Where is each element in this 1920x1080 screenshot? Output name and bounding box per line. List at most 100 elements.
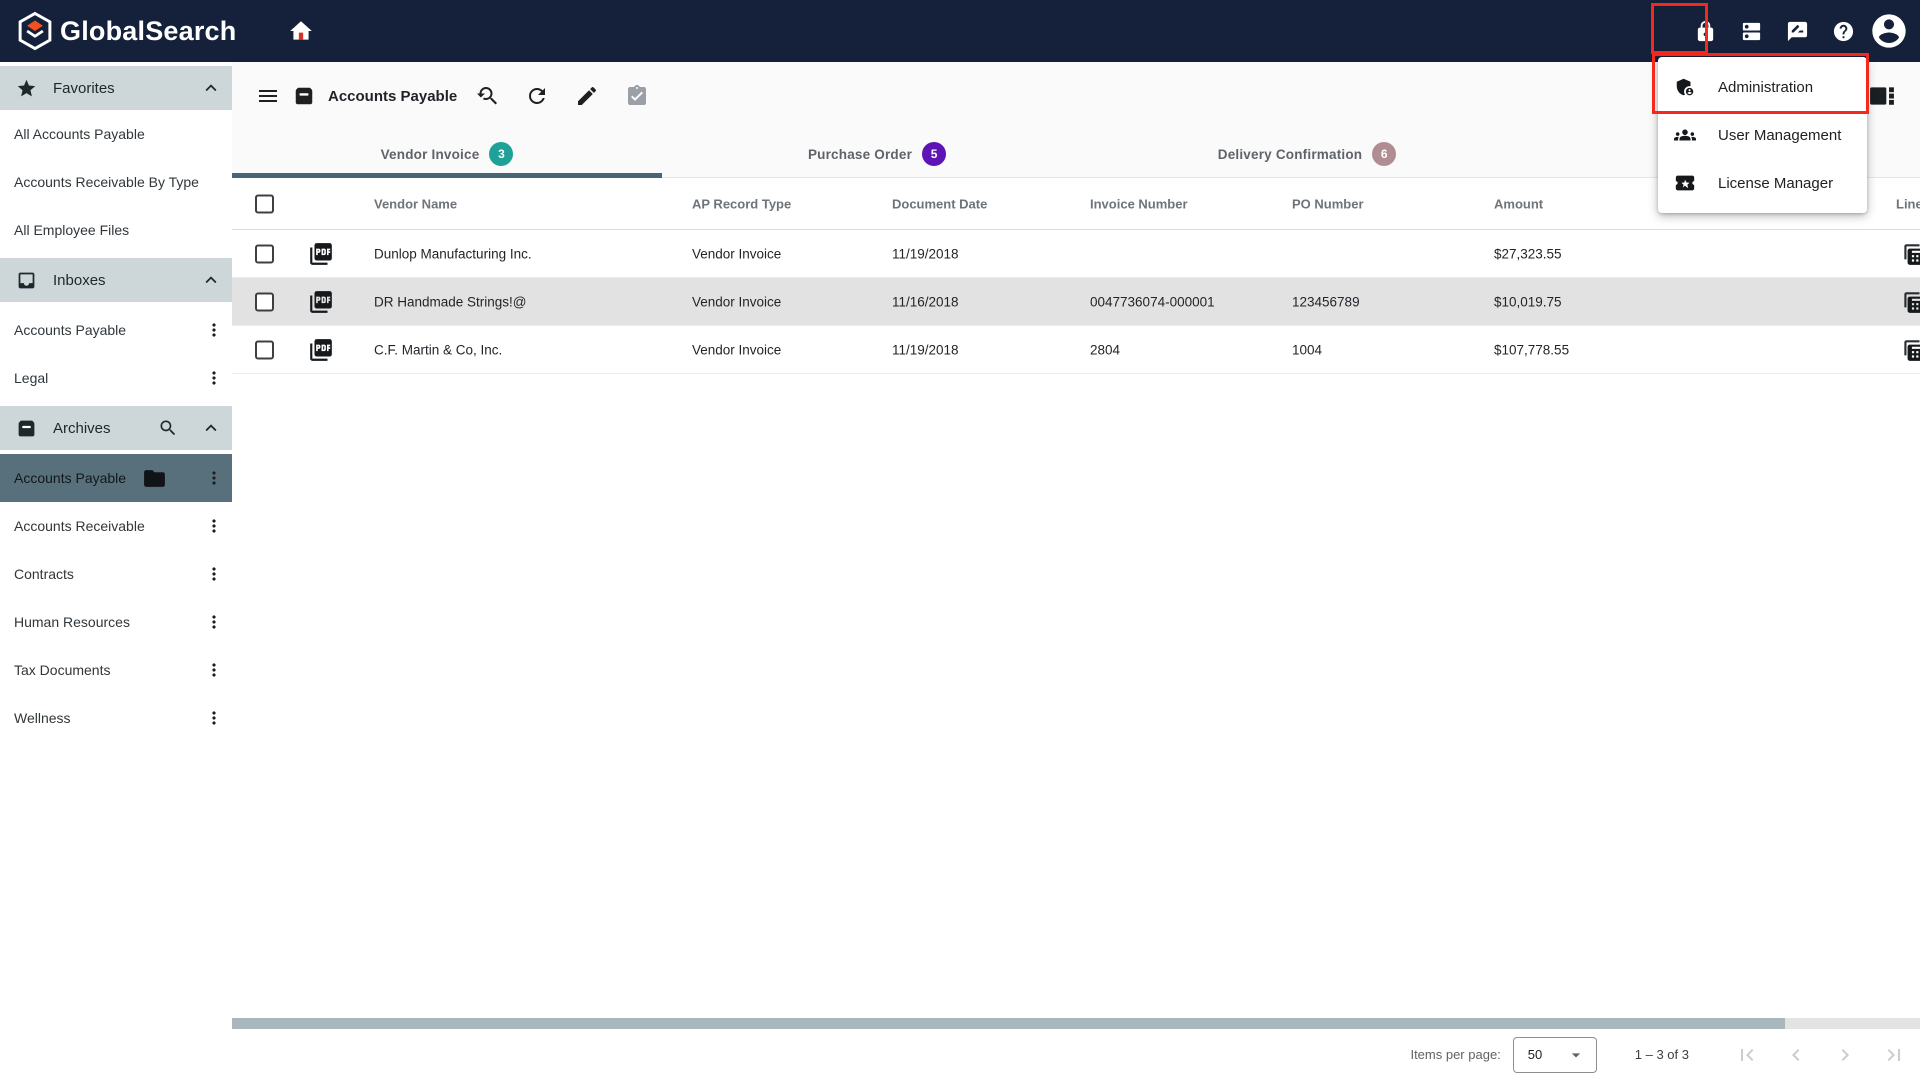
archives-section-header[interactable]: Archives [0, 406, 232, 450]
refresh-icon [525, 84, 549, 108]
items-per-page-label: Items per page: [1410, 1047, 1501, 1062]
groups-icon [1674, 124, 1696, 146]
cell-document-date: 11/19/2018 [892, 342, 959, 357]
favorites-section-header[interactable]: Favorites [0, 66, 232, 110]
app-logo[interactable]: GlobalSearch [14, 10, 236, 52]
line-items-icon[interactable] [1900, 337, 1920, 363]
inbox-item-accounts-payable[interactable]: Accounts Payable [0, 306, 232, 354]
toggle-preview-panel-button[interactable] [1862, 78, 1902, 114]
security-lock-button[interactable] [1682, 8, 1728, 54]
validate-button-disabled [619, 78, 655, 114]
edit-button[interactable] [569, 78, 605, 114]
row-checkbox[interactable] [255, 244, 274, 263]
previous-page-button[interactable] [1784, 1043, 1808, 1067]
menu-item-user-management[interactable]: User Management [1658, 111, 1867, 159]
archive-title: Accounts Payable [328, 87, 458, 105]
more-options-icon[interactable] [204, 564, 224, 584]
help-button[interactable] [1820, 8, 1866, 54]
cell-vendor-name: C.F. Martin & Co, Inc. [374, 342, 503, 357]
pdf-document-icon[interactable] [308, 289, 334, 315]
chevron-up-icon[interactable] [200, 77, 222, 99]
user-avatar-button[interactable] [1866, 8, 1912, 54]
more-options-icon[interactable] [204, 660, 224, 680]
row-checkbox[interactable] [255, 292, 274, 311]
column-header-invoice-number[interactable]: Invoice Number [1090, 196, 1188, 211]
column-header-ap-record-type[interactable]: AP Record Type [692, 196, 791, 211]
archive-box-icon [293, 85, 315, 107]
batch-manager-button[interactable] [1728, 8, 1774, 54]
refresh-button[interactable] [519, 78, 555, 114]
more-options-icon[interactable] [204, 708, 224, 728]
last-page-button[interactable] [1882, 1043, 1906, 1067]
more-options-icon[interactable] [204, 516, 224, 536]
archive-item-accounts-payable[interactable]: Accounts Payable [0, 454, 232, 502]
table-row[interactable]: Dunlop Manufacturing Inc. Vendor Invoice… [232, 230, 1920, 278]
inbox-icon [16, 270, 37, 291]
inboxes-section-header[interactable]: Inboxes [0, 258, 232, 302]
sidebar-item-accounts-receivable-by-type[interactable]: Accounts Receivable By Type [0, 158, 232, 206]
cell-amount: $107,778.55 [1494, 342, 1570, 357]
count-badge: 3 [489, 142, 514, 166]
help-icon [1832, 20, 1855, 43]
next-page-button[interactable] [1833, 1043, 1857, 1067]
column-header-vendor-name[interactable]: Vendor Name [374, 196, 457, 211]
archive-indicator [286, 78, 322, 114]
favorites-section-title: Favorites [53, 79, 115, 97]
inbox-item-legal[interactable]: Legal [0, 354, 232, 402]
column-header-line-items[interactable]: Line Items [1896, 196, 1920, 211]
cell-invoice-number: 0047736074-000001 [1090, 294, 1215, 309]
sidebar: Favorites All Accounts Payable Accounts … [0, 62, 232, 1080]
refine-search-button[interactable] [469, 78, 505, 114]
archive-item-accounts-receivable[interactable]: Accounts Receivable [0, 502, 232, 550]
page-size-select[interactable]: 50 [1512, 1036, 1597, 1073]
count-badge: 6 [1372, 142, 1397, 166]
column-header-amount[interactable]: Amount [1494, 196, 1543, 211]
search-again-icon [475, 84, 499, 108]
admin-dropdown-menu: Administration User Management License M… [1658, 57, 1867, 213]
column-header-po-number[interactable]: PO Number [1292, 196, 1364, 211]
sidebar-item-all-employee-files[interactable]: All Employee Files [0, 206, 232, 254]
more-options-icon[interactable] [204, 368, 224, 388]
line-items-icon[interactable] [1900, 289, 1920, 315]
archive-item-wellness[interactable]: Wellness [0, 694, 232, 742]
horizontal-scrollbar-thumb[interactable] [232, 1018, 1785, 1029]
tab-vendor-invoice[interactable]: Vendor Invoice 3 [232, 130, 662, 179]
select-all-checkbox[interactable] [255, 194, 274, 213]
lock-icon [1694, 20, 1717, 43]
table-row-selected[interactable]: DR Handmade Strings!@ Vendor Invoice 11/… [232, 278, 1920, 326]
more-options-icon[interactable] [204, 612, 224, 632]
archive-item-contracts[interactable]: Contracts [0, 550, 232, 598]
pdf-document-icon[interactable] [308, 241, 334, 267]
menu-button[interactable] [250, 78, 286, 114]
row-checkbox[interactable] [255, 340, 274, 359]
tab-purchase-order[interactable]: Purchase Order 5 [662, 130, 1092, 178]
column-header-document-date[interactable]: Document Date [892, 196, 987, 211]
pdf-document-icon[interactable] [308, 337, 334, 363]
tab-delivery-confirmation[interactable]: Delivery Confirmation 6 [1092, 130, 1522, 178]
cell-vendor-name: Dunlop Manufacturing Inc. [374, 246, 532, 261]
home-button[interactable] [286, 16, 316, 46]
feedback-button[interactable] [1774, 8, 1820, 54]
menu-item-administration[interactable]: Administration [1658, 63, 1867, 111]
sidebar-item-all-accounts-payable[interactable]: All Accounts Payable [0, 110, 232, 158]
search-icon[interactable] [158, 418, 178, 438]
pagination-bar: Items per page: 50 1 – 3 of 3 [232, 1029, 1920, 1080]
chevron-up-icon[interactable] [200, 417, 222, 439]
more-options-icon[interactable] [204, 320, 224, 340]
chevron-right-icon [1833, 1043, 1857, 1067]
dns-icon [1740, 20, 1763, 43]
menu-item-license-manager[interactable]: License Manager [1658, 159, 1867, 207]
home-icon [288, 18, 314, 44]
folder-icon [142, 466, 167, 491]
table-row[interactable]: C.F. Martin & Co, Inc. Vendor Invoice 11… [232, 326, 1920, 374]
chevron-up-icon[interactable] [200, 269, 222, 291]
last-page-icon [1882, 1043, 1906, 1067]
line-items-icon[interactable] [1900, 241, 1920, 267]
horizontal-scrollbar-track[interactable] [232, 1018, 1920, 1029]
first-page-button[interactable] [1735, 1043, 1759, 1067]
archive-item-tax-documents[interactable]: Tax Documents [0, 646, 232, 694]
more-options-icon[interactable] [204, 468, 224, 488]
archive-item-human-resources[interactable]: Human Resources [0, 598, 232, 646]
main-content: Accounts Payable Vendor Invoice 3 Purcha… [232, 62, 1920, 1080]
cell-amount: $27,323.55 [1494, 246, 1562, 261]
